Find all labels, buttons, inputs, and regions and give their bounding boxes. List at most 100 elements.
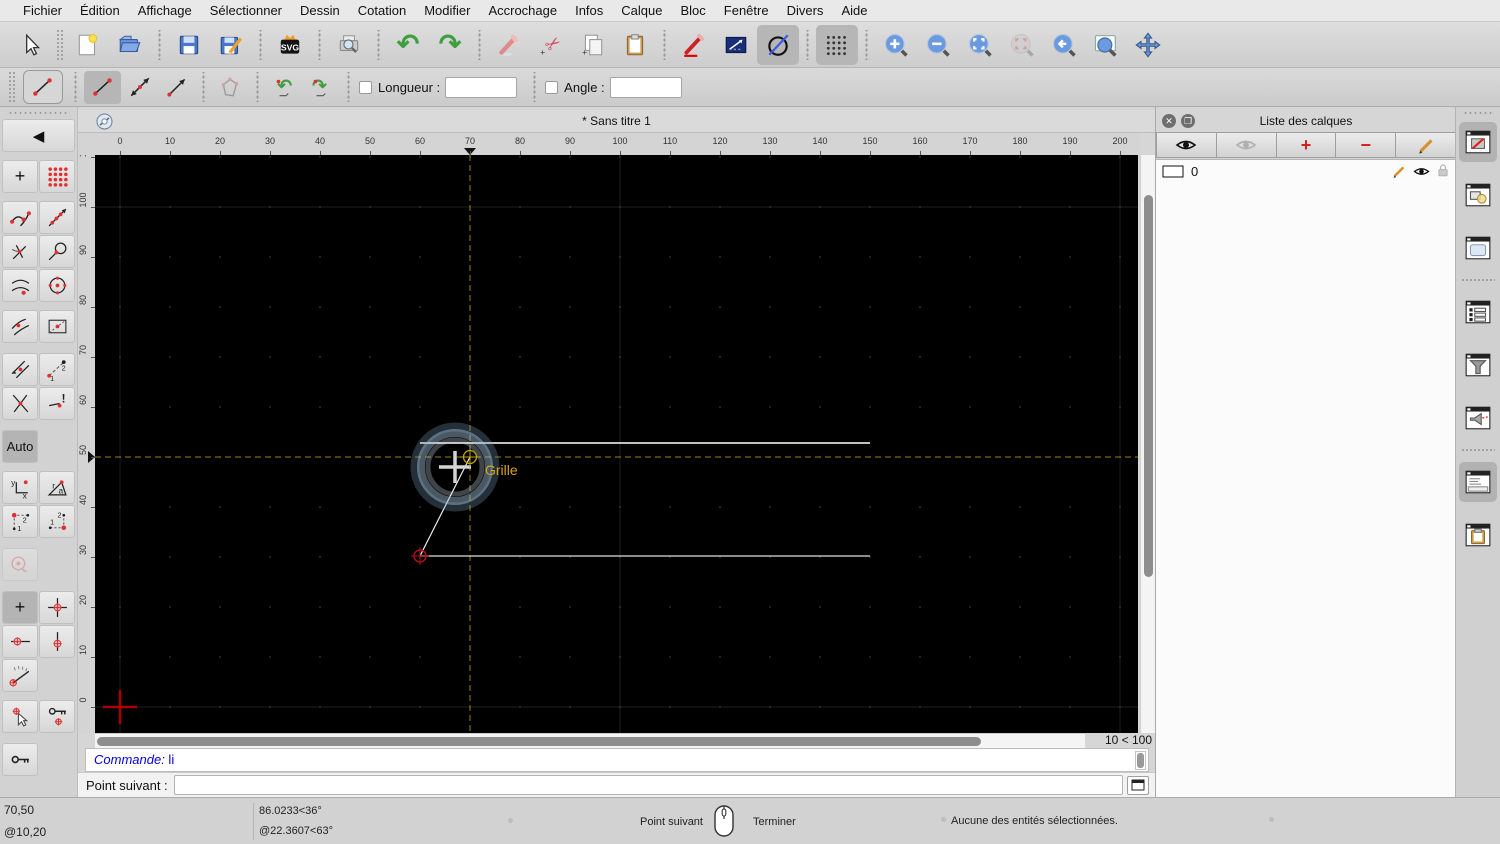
ellipse-tool-button[interactable] (757, 24, 799, 65)
dock-block-list-button[interactable] (1459, 175, 1497, 215)
line-tool-button[interactable] (715, 25, 757, 65)
pan-button[interactable] (1127, 25, 1169, 65)
command-scrollbar[interactable] (1135, 751, 1146, 770)
copy-button[interactable]: + (572, 25, 614, 65)
lock-relative-zero-button[interactable] (39, 700, 75, 733)
menu-item-affichage[interactable]: Affichage (129, 3, 201, 18)
snap-endpoints-button[interactable] (2, 201, 38, 234)
segment-line-two-arrows-button[interactable] (121, 71, 158, 104)
command-input[interactable] (173, 775, 1123, 795)
menu-item-bloc[interactable]: Bloc (671, 3, 714, 18)
segment-undo-button[interactable]: ↶ (266, 71, 303, 104)
cut-button[interactable]: ✂ + (530, 25, 572, 65)
snap-perpendicular-button[interactable] (2, 235, 38, 268)
svg-export-button[interactable]: SVG (269, 25, 311, 65)
snap-on-entity-button[interactable] (39, 201, 75, 234)
zoom-out-button[interactable] (917, 25, 959, 65)
corner-first-button[interactable]: 12 (2, 505, 38, 538)
dock-entity-list-button[interactable] (1459, 292, 1497, 332)
restrict-orthogonal-button[interactable] (39, 591, 75, 624)
horizontal-scrollbar-thumb[interactable] (97, 737, 981, 746)
save-as-button[interactable] (210, 25, 252, 65)
command-history[interactable]: Commande: li (85, 748, 1149, 772)
zoom-selection-button[interactable] (1001, 25, 1043, 65)
hide-all-layers-button[interactable] (1216, 132, 1277, 158)
set-relative-zero-button[interactable] (2, 700, 38, 733)
zoom-previous-button[interactable] (1043, 25, 1085, 65)
menu-item-fenetre[interactable]: Fenêtre (715, 3, 778, 18)
segment-redo-button[interactable]: ↷ (303, 71, 340, 104)
menu-item-accrochage[interactable]: Accrochage (479, 3, 566, 18)
layer-edit-icon[interactable] (1391, 163, 1407, 179)
angle-checkbox[interactable] (545, 80, 559, 94)
save-button[interactable] (168, 25, 210, 65)
segment-polyline-button[interactable] (212, 71, 249, 104)
restrict-horizontal-button[interactable] (2, 625, 38, 658)
palette-drag-handle[interactable] (7, 111, 70, 116)
delete-button[interactable] (488, 25, 530, 65)
snap-back-button[interactable]: ◀ (2, 119, 75, 152)
vertical-scrollbar-thumb[interactable] (1144, 195, 1153, 577)
menu-item-calque[interactable]: Calque (612, 3, 671, 18)
menu-item-dessin[interactable]: Dessin (291, 3, 349, 18)
restrict-nothing-button[interactable]: + (2, 591, 38, 624)
dock-filter-button[interactable] (1459, 345, 1497, 385)
angle-protractor-button[interactable] (2, 659, 38, 692)
menu-item-edition[interactable]: Édition (71, 3, 129, 18)
dock-drag-handle[interactable] (1463, 111, 1493, 116)
vertical-scrollbar[interactable] (1140, 155, 1155, 733)
paste-button[interactable] (614, 25, 656, 65)
snap-intersection-manual-button[interactable]: ! (39, 387, 75, 420)
segment-line-button[interactable] (84, 70, 121, 104)
command-scrollbar-thumb[interactable] (1137, 753, 1144, 768)
snap-tangent-circle-button[interactable] (39, 235, 75, 268)
layer-row[interactable]: 0 (1156, 160, 1456, 182)
menu-item-modifier[interactable]: Modifier (415, 3, 479, 18)
zoom-auto-button[interactable] (959, 25, 1001, 65)
menu-item-divers[interactable]: Divers (778, 3, 833, 18)
restrict-vertical-button[interactable] (39, 625, 75, 658)
segment-line-arrow-button[interactable] (158, 71, 195, 104)
snap-reference-button[interactable] (39, 310, 75, 343)
toolbar-drag-handle[interactable] (8, 71, 15, 103)
snap-center-button[interactable] (39, 269, 75, 302)
zoom-in-button[interactable] (875, 25, 917, 65)
menu-item-infos[interactable]: Infos (566, 3, 612, 18)
edit-layer-button[interactable] (1396, 132, 1456, 158)
snap-distance-button[interactable]: 12 (39, 353, 75, 386)
remove-layer-button[interactable]: − (1336, 132, 1397, 158)
menu-item-fichier[interactable]: Fichier (14, 3, 71, 18)
menu-item-selectionner[interactable]: Sélectionner (201, 3, 291, 18)
restrict-locked-button[interactable] (2, 548, 38, 581)
command-window-button[interactable] (1127, 775, 1149, 795)
print-preview-button[interactable] (328, 25, 370, 65)
coord-cartesian-button[interactable]: yx (2, 471, 38, 504)
dock-command-line-button[interactable] (1459, 462, 1497, 502)
menu-item-aide[interactable]: Aide (832, 3, 876, 18)
current-tool-button[interactable] (23, 70, 63, 104)
longueur-input[interactable] (445, 76, 518, 98)
snap-grid-button[interactable] (39, 160, 75, 193)
snap-intersection-button[interactable] (2, 387, 38, 420)
key-button[interactable] (2, 743, 38, 776)
snap-free-button[interactable]: + (2, 160, 38, 193)
toolbar-drag-handle[interactable] (56, 28, 63, 61)
corner-second-button[interactable]: 12 (39, 505, 75, 538)
horizontal-scrollbar[interactable] (95, 733, 1085, 748)
layer-visible-icon[interactable] (1413, 165, 1430, 178)
new-document-button[interactable] (67, 25, 109, 65)
longueur-checkbox[interactable] (359, 80, 372, 94)
angle-input[interactable] (609, 76, 682, 98)
redo-button[interactable]: ↷ (429, 25, 471, 65)
undo-button[interactable]: ↶ (387, 25, 429, 65)
layer-lock-icon[interactable] (1436, 163, 1450, 179)
snap-nearest-button[interactable] (2, 269, 38, 302)
restrict-parallel-button[interactable] (2, 353, 38, 386)
dock-command-echo-button[interactable] (1459, 398, 1497, 438)
snap-auto-button[interactable]: Auto (2, 430, 38, 463)
snap-tangent-button[interactable] (2, 310, 38, 343)
zoom-window-button[interactable] (1085, 25, 1127, 65)
select-tool-button[interactable] (10, 25, 52, 65)
open-file-button[interactable] (109, 25, 151, 65)
dock-layer-list-button[interactable] (1459, 122, 1497, 162)
